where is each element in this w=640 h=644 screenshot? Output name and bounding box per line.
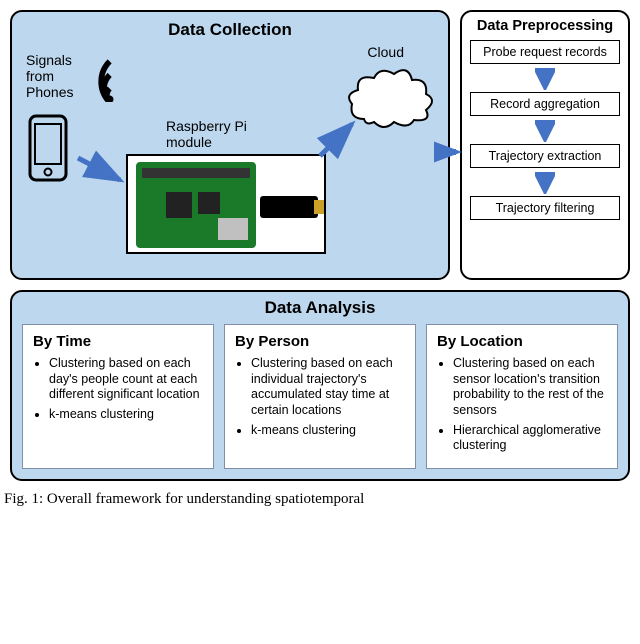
data-analysis-title: Data Analysis [22,298,618,318]
pi-board-icon [136,162,256,248]
preproc-step-1: Record aggregation [470,92,620,116]
card-heading: By Location [437,333,607,350]
cloud-icon [344,64,434,134]
figure-caption: Fig. 1: Overall framework for understand… [0,481,640,508]
down-arrow-icon [470,120,620,142]
card-bullet: Clustering based on each individual traj… [251,356,405,419]
preproc-step-2: Trajectory extraction [470,144,620,168]
card-bullet: Clustering based on each sensor location… [453,356,607,419]
data-preprocessing-title: Data Preprocessing [470,18,620,34]
data-analysis-panel: Data Analysis By Time Clustering based o… [10,290,630,481]
data-preprocessing-panel: Data Preprocessing Probe request records… [460,10,630,280]
analysis-card-by-time: By Time Clustering based on each day's p… [22,324,214,469]
card-heading: By Person [235,333,405,350]
card-bullet: Hierarchical agglomerative clustering [453,423,607,454]
arrow-phone-to-pi [74,154,134,194]
raspberry-pi-label: Raspberry Pi module [166,118,276,150]
usb-dongle-icon [260,196,318,218]
signals-from-phones-label: Signals from Phones [26,52,96,100]
cloud-label: Cloud [367,44,404,60]
raspberry-pi-module [126,154,326,254]
preproc-step-0: Probe request records [470,40,620,64]
card-bullet: k-means clustering [251,423,405,439]
card-bullet: k-means clustering [49,407,203,423]
data-collection-panel: Data Collection Signals from Phones [10,10,450,280]
data-collection-body: Signals from Phones [26,44,434,264]
arrow-collection-to-preproc [434,140,464,164]
phone-icon [26,114,70,182]
card-bullet: Clustering based on each day's people co… [49,356,203,403]
down-arrow-icon [470,68,620,90]
card-heading: By Time [33,333,203,350]
wifi-icon [88,56,134,102]
data-collection-title: Data Collection [26,20,434,40]
down-arrow-icon [470,172,620,194]
analysis-card-by-location: By Location Clustering based on each sen… [426,324,618,469]
analysis-card-by-person: By Person Clustering based on each indiv… [224,324,416,469]
preproc-step-3: Trajectory filtering [470,196,620,220]
